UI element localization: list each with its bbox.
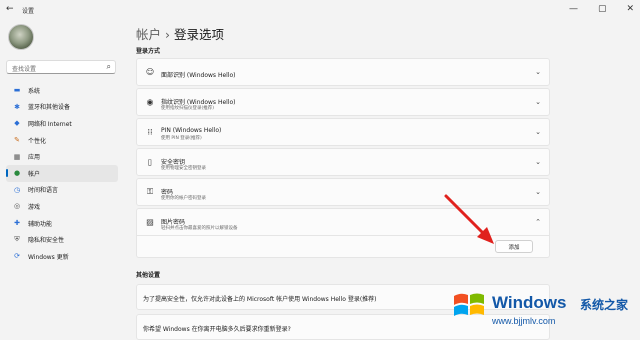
search-input[interactable]: 查找设置 ⌕ [6, 60, 116, 74]
search-icon[interactable]: ⌕ [107, 62, 111, 72]
watermark-title: Windows [492, 293, 567, 312]
sidebar-item-icon: ✎ [14, 136, 20, 145]
signin-option-title: 面部识别 (Windows Hello) [161, 72, 236, 79]
signin-option-icon: ☺ [145, 67, 155, 77]
sidebar-item-label: 个性化 [28, 137, 47, 145]
title-bar: ← 设置 — ▢ ✕ [0, 0, 640, 22]
watermark: Windows 系统之家 www.bjjmlv.com [444, 288, 640, 340]
signin-option-card[interactable]: ⚿ 密码 使用你的帐户密码登录 ⌄ [136, 178, 550, 206]
other-section-title: 其他设置 [136, 272, 161, 279]
breadcrumb-separator: › [165, 27, 171, 42]
sidebar-nav: ▬ 系统 ✱ 蓝牙和其他设备 ◆ 网络和 Internet ✎ 个性化 ▦ 应用 ● 帐户 ◷ 时间和语言… [6, 82, 118, 265]
sidebar-item-icon: ✱ [14, 102, 20, 111]
breadcrumb-parent[interactable]: 帐户 [136, 27, 161, 42]
search-placeholder: 查找设置 [12, 66, 37, 73]
sidebar-item-icon: ▦ [13, 152, 21, 161]
signin-option-card[interactable]: ▨ 图片密码 轻扫并点击你最喜爱的照片以解锁设备 ⌃ [136, 208, 550, 236]
sidebar-item-icon: ⟳ [14, 252, 20, 261]
sidebar-item[interactable]: ◎ 游戏 [6, 198, 118, 215]
sidebar-item[interactable]: ▬ 系统 [6, 82, 118, 99]
signin-option-icon: ⁞⁞ [147, 127, 153, 137]
sidebar-item[interactable]: ⛨ 隐私和安全性 [6, 231, 118, 248]
sidebar-item-icon: ⛨ [14, 235, 20, 244]
watermark-cn: 系统之家 [580, 298, 629, 312]
windows-logo-icon [454, 293, 484, 316]
watermark-url: www.bjjmlv.com [492, 316, 556, 326]
sidebar-item-label: 蓝牙和其他设备 [28, 104, 71, 112]
sidebar-item[interactable]: ✚ 辅助功能 [6, 215, 118, 232]
signin-option-card[interactable]: ⁞⁞ PIN (Windows Hello) 使用 PIN 登录(推荐) ⌄ [136, 118, 550, 146]
picture-password-expanded: 添加 [136, 236, 550, 258]
signin-option-icon: ▯ [147, 157, 153, 167]
signin-option-subtitle: 使用指纹扫描仪登录(推荐) [161, 106, 215, 111]
sidebar-item[interactable]: ✱ 蓝牙和其他设备 [6, 99, 118, 116]
user-avatar[interactable] [8, 24, 34, 50]
sidebar-item[interactable]: ● 帐户 [6, 164, 118, 182]
sidebar-item-label: 时间和语言 [28, 187, 59, 195]
breadcrumb: 帐户 › 登录选项 [136, 24, 224, 43]
maximize-button[interactable]: ▢ [598, 4, 607, 14]
signin-option-subtitle: 轻扫并点击你最喜爱的照片以解锁设备 [161, 226, 238, 231]
signin-option-card[interactable]: ◉ 指纹识别 (Windows Hello) 使用指纹扫描仪登录(推荐) ⌄ [136, 88, 550, 116]
add-picture-password-button[interactable]: 添加 [495, 240, 533, 253]
signin-option-icon: ◉ [146, 97, 154, 107]
other-setting-text: 你希望 Windows 在你离开电脑多久后要求你重新登录? [143, 326, 291, 333]
back-arrow-icon[interactable]: ← [6, 4, 14, 14]
sidebar-item-icon: ✚ [14, 219, 20, 228]
chevron-icon[interactable]: ⌄ [535, 188, 541, 196]
signin-option-subtitle: 使用你的帐户密码登录 [161, 196, 206, 201]
page-title: 登录选项 [174, 27, 225, 42]
chevron-icon[interactable]: ⌄ [535, 98, 541, 106]
sidebar-item-icon: ● [13, 169, 21, 178]
signin-option-card[interactable]: ▯ 安全密钥 使用物理安全密钥登录 ⌄ [136, 148, 550, 176]
minimize-button[interactable]: — [569, 4, 578, 14]
sidebar-item-label: 应用 [28, 154, 41, 162]
signin-option-icon: ▨ [146, 217, 154, 227]
other-setting-text: 为了提高安全性，仅允许对此设备上的 Microsoft 帐户使用 Windows… [143, 296, 377, 303]
signin-section-title: 登录方式 [136, 48, 161, 55]
window-controls: — ▢ ✕ [569, 4, 634, 14]
chevron-icon[interactable]: ⌃ [535, 218, 541, 226]
sidebar-item-icon: ◎ [13, 202, 21, 211]
sidebar-item-icon: ◷ [13, 185, 21, 194]
app-title: 设置 [22, 8, 35, 15]
sidebar-item-icon: ◆ [14, 119, 20, 128]
sidebar-item-label: 网络和 Internet [28, 120, 72, 128]
chevron-icon[interactable]: ⌄ [535, 68, 541, 76]
sidebar-item-label: 辅助功能 [28, 220, 53, 228]
sidebar-item[interactable]: ◷ 时间和语言 [6, 182, 118, 199]
sidebar-item[interactable]: ◆ 网络和 Internet [6, 115, 118, 132]
chevron-icon[interactable]: ⌄ [535, 128, 541, 136]
sidebar-item[interactable]: ✎ 个性化 [6, 132, 118, 149]
sidebar-item-label: 系统 [28, 87, 41, 95]
signin-option-card[interactable]: ☺ 面部识别 (Windows Hello) ⌄ [136, 58, 550, 86]
signin-option-subtitle: 使用 PIN 登录(推荐) [161, 136, 202, 141]
signin-option-title: PIN (Windows Hello) [161, 127, 222, 134]
sidebar-item-label: 隐私和安全性 [28, 237, 65, 245]
sidebar-item-icon: ▬ [13, 86, 21, 95]
sidebar-item[interactable]: ▦ 应用 [6, 148, 118, 165]
chevron-icon[interactable]: ⌄ [535, 158, 541, 166]
close-button[interactable]: ✕ [626, 4, 634, 14]
sidebar-item-label: 游戏 [28, 203, 41, 211]
sidebar-item-label: Windows 更新 [28, 253, 69, 261]
signin-option-icon: ⚿ [146, 187, 154, 196]
sidebar-item[interactable]: ⟳ Windows 更新 [6, 248, 118, 265]
sidebar-item-label: 帐户 [28, 170, 41, 178]
signin-option-subtitle: 使用物理安全密钥登录 [161, 166, 206, 171]
